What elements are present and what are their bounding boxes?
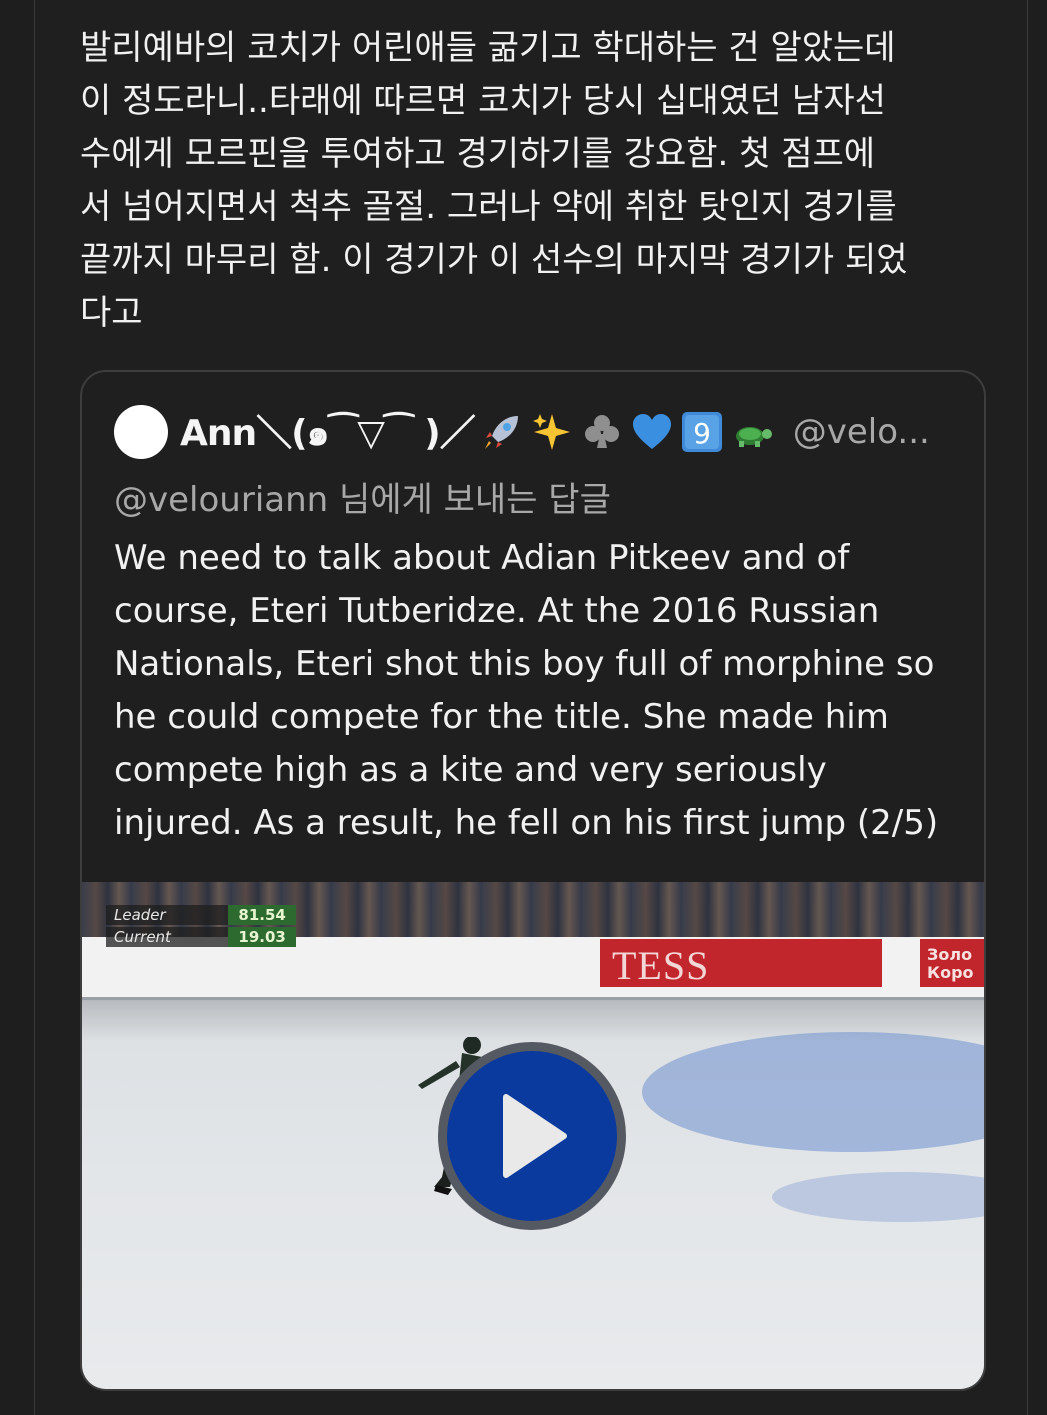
tweet-text: 발리예바의 코치가 어린애들 굶기고 학대하는 건 알았는데 이 정도라니..타… xyxy=(80,28,908,333)
turtle-emoji-icon xyxy=(729,409,775,455)
rocket-emoji-icon xyxy=(479,409,525,455)
sponsor-board-text: TESS xyxy=(612,943,710,988)
leader-label: Leader xyxy=(106,905,229,925)
play-icon xyxy=(503,1094,567,1178)
quoted-tweet-header: Ann＼(๑⁀▽⁀ )／ 9 @velo... xyxy=(114,404,930,460)
quoted-display-name[interactable]: Ann＼(๑⁀▽⁀ )／ xyxy=(180,404,476,461)
keycap-label: 9 xyxy=(693,417,711,450)
keycap-9-emoji-icon: 9 xyxy=(679,409,725,455)
play-button[interactable] xyxy=(438,1042,626,1230)
current-label: Current xyxy=(106,927,229,947)
quoted-tweet-card[interactable]: Ann＼(๑⁀▽⁀ )／ 9 @velo... @velouriann 님에게 … xyxy=(80,370,986,1391)
ice-text-marking xyxy=(772,1172,984,1222)
club-suit-emoji-icon xyxy=(579,409,625,455)
display-name-emojis: 9 xyxy=(479,409,779,455)
quoted-tweet-text: We need to talk about Adian Pitkeev and … xyxy=(114,538,939,843)
leader-score: 81.54 xyxy=(228,905,296,925)
avatar[interactable] xyxy=(114,405,168,459)
current-score: 19.03 xyxy=(228,927,296,947)
video-player[interactable]: TESS Золо Коро Leader 81.54 Current 19.0… xyxy=(82,882,984,1389)
sparkles-emoji-icon xyxy=(529,409,575,455)
scoreboard-overlay: Leader 81.54 Current 19.03 xyxy=(106,904,296,948)
ice-logo-marking xyxy=(642,1032,984,1152)
reply-to-label[interactable]: @velouriann 님에게 보내는 답글 xyxy=(114,472,611,521)
blue-heart-emoji-icon xyxy=(629,409,675,455)
sponsor-board-text-2: Золо Коро xyxy=(927,945,974,982)
quoted-handle[interactable]: @velo... xyxy=(793,412,930,452)
